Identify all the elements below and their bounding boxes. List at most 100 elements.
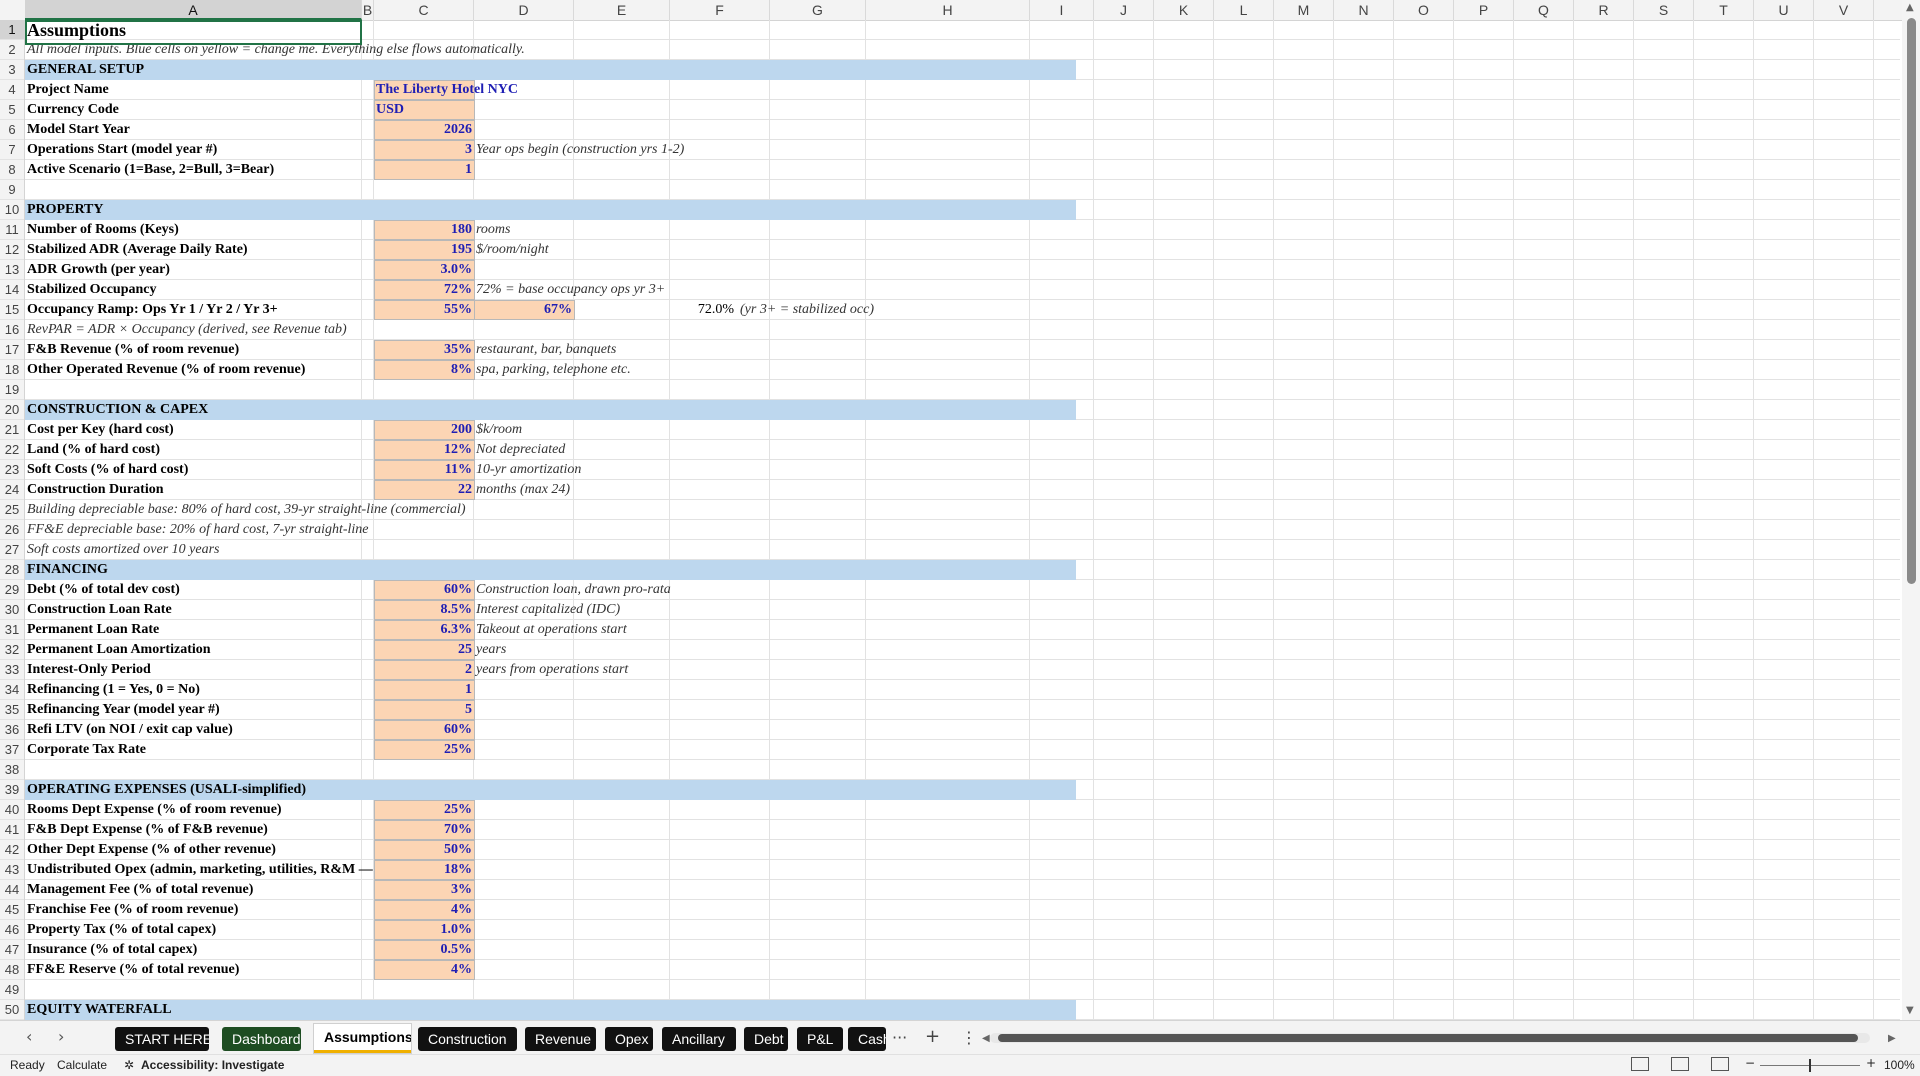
- input-value[interactable]: 3: [374, 140, 472, 160]
- row-header[interactable]: 2: [0, 40, 24, 60]
- scroll-up-icon[interactable]: ▲: [1906, 2, 1914, 13]
- cell-grid[interactable]: Assumptions All model inputs. Blue cells …: [25, 20, 1900, 1020]
- input-value[interactable]: 8.5%: [374, 600, 473, 620]
- row-header[interactable]: 1: [0, 20, 24, 40]
- column-header[interactable]: V: [1814, 0, 1874, 20]
- column-header[interactable]: U: [1754, 0, 1814, 20]
- input-value[interactable]: 8%: [374, 360, 472, 380]
- row-header[interactable]: 4: [0, 80, 24, 100]
- input-value[interactable]: 50%: [374, 840, 472, 860]
- row-header[interactable]: 19: [0, 380, 24, 400]
- input-value[interactable]: 25: [374, 640, 472, 660]
- column-header[interactable]: D: [474, 0, 574, 20]
- vertical-scroll-thumb[interactable]: [1907, 18, 1916, 584]
- row-header[interactable]: 35: [0, 700, 24, 720]
- column-header[interactable]: I: [1030, 0, 1094, 20]
- input-value[interactable]: 3%: [374, 880, 472, 900]
- input-value[interactable]: 25%: [374, 740, 472, 760]
- column-header[interactable]: M: [1274, 0, 1334, 20]
- row-header[interactable]: 27: [0, 540, 24, 560]
- input-value[interactable]: 1: [374, 160, 472, 180]
- column-header[interactable]: C: [374, 0, 474, 20]
- row-header[interactable]: 22: [0, 440, 24, 460]
- row-header[interactable]: 3: [0, 60, 24, 80]
- sheet-menu-icon[interactable]: ⋮: [961, 1028, 977, 1047]
- horizontal-scrollbar[interactable]: [990, 1033, 1870, 1043]
- column-header[interactable]: J: [1094, 0, 1154, 20]
- row-header[interactable]: 18: [0, 360, 24, 380]
- row-header[interactable]: 7: [0, 140, 24, 160]
- row-header[interactable]: 36: [0, 720, 24, 740]
- input-value[interactable]: 4%: [374, 900, 472, 920]
- prev-sheet-icon[interactable]: ‹: [26, 1027, 32, 1046]
- input-value[interactable]: 22: [374, 480, 472, 500]
- scroll-down-icon[interactable]: ▼: [1906, 1005, 1914, 1016]
- sheet-tab[interactable]: START HERE: [115, 1027, 209, 1051]
- row-header[interactable]: 41: [0, 820, 24, 840]
- next-sheet-icon[interactable]: ›: [58, 1027, 64, 1046]
- sheet-tab[interactable]: Revenue: [525, 1027, 596, 1051]
- zoom-level[interactable]: 100%: [1884, 1058, 1915, 1072]
- column-header[interactable]: K: [1154, 0, 1214, 20]
- calculate-button[interactable]: Calculate: [57, 1058, 107, 1072]
- input-value[interactable]: 1: [374, 680, 472, 700]
- column-header[interactable]: F: [670, 0, 770, 20]
- input-value[interactable]: 67%: [474, 300, 572, 320]
- row-header[interactable]: 12: [0, 240, 24, 260]
- column-header[interactable]: E: [574, 0, 670, 20]
- zoom-in-icon[interactable]: +: [1866, 1056, 1876, 1070]
- row-header[interactable]: 16: [0, 320, 24, 340]
- input-value[interactable]: 18%: [374, 860, 472, 880]
- sheet-tab[interactable]: Construction: [418, 1027, 517, 1051]
- column-header[interactable]: N: [1334, 0, 1394, 20]
- row-header[interactable]: 8: [0, 160, 24, 180]
- row-header[interactable]: 20: [0, 400, 24, 420]
- input-value[interactable]: 72%: [374, 280, 472, 300]
- row-header[interactable]: 24: [0, 480, 24, 500]
- sheet-tab[interactable]: Opex: [605, 1027, 653, 1051]
- input-value[interactable]: 200: [374, 420, 472, 440]
- input-value[interactable]: 55%: [374, 300, 472, 320]
- horizontal-scroll-thumb[interactable]: [998, 1034, 1858, 1042]
- input-value[interactable]: The Liberty Hotel NYC: [376, 80, 518, 100]
- page-break-view-icon[interactable]: [1711, 1057, 1729, 1071]
- row-header[interactable]: 32: [0, 640, 24, 660]
- vertical-scrollbar[interactable]: ▲ ▼: [1902, 0, 1920, 1020]
- row-header[interactable]: 46: [0, 920, 24, 940]
- row-header[interactable]: 29: [0, 580, 24, 600]
- column-header[interactable]: Q: [1514, 0, 1574, 20]
- sheet-tab[interactable]: Ancillary: [662, 1027, 736, 1051]
- input-value[interactable]: 5: [374, 700, 472, 720]
- input-value[interactable]: 60%: [374, 580, 472, 600]
- column-header[interactable]: S: [1634, 0, 1694, 20]
- column-header[interactable]: H: [866, 0, 1030, 20]
- input-value[interactable]: 0.5%: [374, 940, 473, 960]
- row-header[interactable]: 11: [0, 220, 24, 240]
- row-header[interactable]: 21: [0, 420, 24, 440]
- row-header[interactable]: 5: [0, 100, 24, 120]
- input-value[interactable]: 70%: [374, 820, 472, 840]
- row-header[interactable]: 17: [0, 340, 24, 360]
- sheet-tab[interactable]: Cash: [848, 1027, 886, 1051]
- input-value[interactable]: 4%: [374, 960, 472, 980]
- scroll-left-icon[interactable]: ◀: [982, 1033, 990, 1044]
- accessibility-status[interactable]: Accessibility: Investigate: [141, 1058, 284, 1072]
- column-header[interactable]: G: [770, 0, 866, 20]
- row-header[interactable]: 40: [0, 800, 24, 820]
- column-header[interactable]: O: [1394, 0, 1454, 20]
- accessibility-icon[interactable]: ✲: [124, 1058, 134, 1072]
- row-header[interactable]: 28: [0, 560, 24, 580]
- row-header[interactable]: 23: [0, 460, 24, 480]
- column-header[interactable]: T: [1694, 0, 1754, 20]
- row-header[interactable]: 48: [0, 960, 24, 980]
- row-header[interactable]: 44: [0, 880, 24, 900]
- normal-view-icon[interactable]: [1631, 1057, 1649, 1071]
- input-value[interactable]: 25%: [374, 800, 472, 820]
- row-header[interactable]: 38: [0, 760, 24, 780]
- page-layout-view-icon[interactable]: [1671, 1057, 1689, 1071]
- input-value[interactable]: 35%: [374, 340, 472, 360]
- row-header[interactable]: 30: [0, 600, 24, 620]
- row-header[interactable]: 6: [0, 120, 24, 140]
- input-value[interactable]: 6.3%: [374, 620, 473, 640]
- row-header[interactable]: 37: [0, 740, 24, 760]
